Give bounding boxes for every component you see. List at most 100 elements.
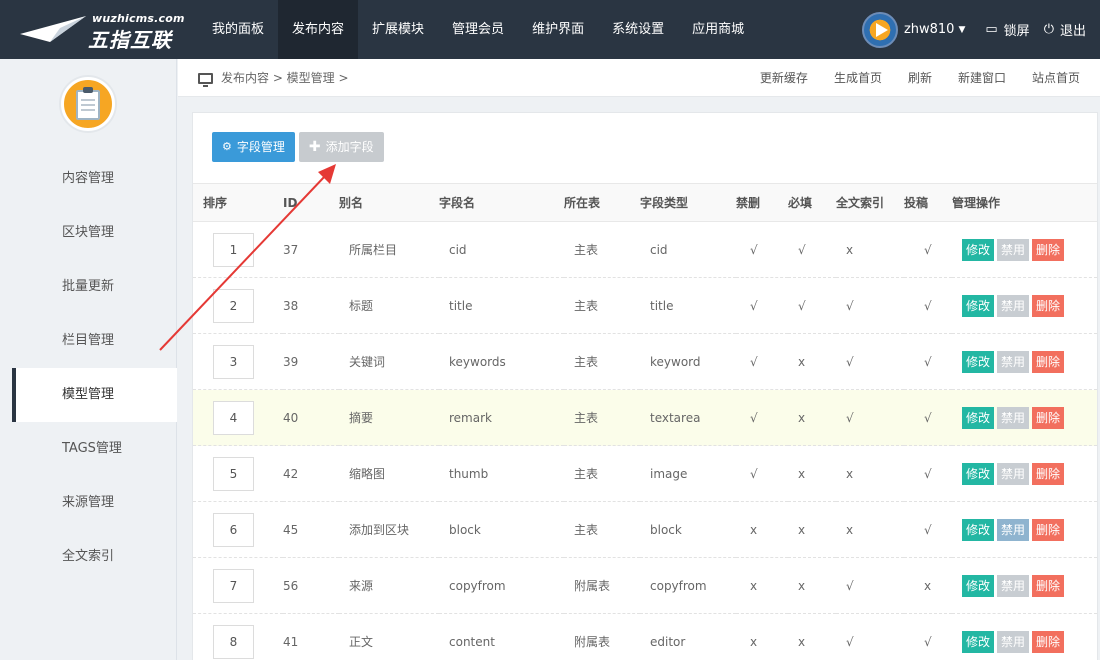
order-input[interactable]: 3: [213, 344, 254, 379]
edit-button[interactable]: 修改: [962, 462, 995, 485]
lock-screen-button[interactable]: ▭ 锁屏: [985, 20, 1029, 39]
edit-button[interactable]: 修改: [962, 518, 995, 541]
edit-button[interactable]: 修改: [962, 406, 995, 429]
actions-cell: 修改 禁用 删除: [952, 333, 1097, 390]
delete-button[interactable]: 删除: [1032, 294, 1065, 317]
no-delete-cell: x: [736, 557, 788, 614]
edit-button[interactable]: 修改: [962, 574, 995, 597]
disable-button[interactable]: 禁用: [997, 406, 1030, 429]
sidebar-item-categories[interactable]: 栏目管理: [0, 314, 177, 368]
add-field-label: 添加字段: [325, 140, 374, 154]
order-input[interactable]: 2: [213, 288, 254, 323]
fulltext-cell: √: [836, 277, 904, 334]
sidebar-item-models[interactable]: 模型管理: [12, 368, 177, 422]
username[interactable]: zhw810: [904, 22, 955, 37]
required-cell: x: [788, 501, 836, 558]
top-navbar: wuzhicms.com 五指互联 我的面板 发布内容 扩展模块 管理会员 维护…: [0, 0, 1100, 59]
power-icon: ⏻: [1043, 22, 1054, 37]
nav-item-app-store[interactable]: 应用商城: [678, 0, 758, 59]
order-input[interactable]: 4: [213, 400, 254, 435]
field-manage-button[interactable]: ⚙ 字段管理: [212, 132, 295, 162]
required-cell: x: [788, 613, 836, 660]
table-cell: 主表: [564, 445, 640, 502]
add-field-button[interactable]: ✚ 添加字段: [298, 132, 384, 162]
delete-button[interactable]: 删除: [1032, 406, 1065, 429]
edit-button[interactable]: 修改: [962, 294, 995, 317]
table-cell: 附属表: [564, 613, 640, 660]
avatar[interactable]: [861, 11, 898, 48]
delete-button[interactable]: 删除: [1032, 350, 1065, 373]
order-cell: 5: [193, 445, 283, 502]
site-home-link[interactable]: 站点首页: [1032, 59, 1080, 97]
delete-button[interactable]: 删除: [1032, 630, 1065, 653]
sidebar-item-blocks[interactable]: 区块管理: [0, 206, 177, 260]
nav-item-extensions[interactable]: 扩展模块: [358, 0, 438, 59]
disable-button[interactable]: 禁用: [997, 462, 1030, 485]
logout-label: 退出: [1059, 24, 1086, 39]
order-input[interactable]: 8: [213, 624, 254, 659]
disable-button[interactable]: 禁用: [997, 294, 1030, 317]
required-cell: √: [788, 221, 836, 278]
order-input[interactable]: 5: [213, 456, 254, 491]
sidebar-item-tags[interactable]: TAGS管理: [0, 422, 177, 476]
delete-button[interactable]: 删除: [1032, 462, 1065, 485]
delete-button[interactable]: 删除: [1032, 518, 1065, 541]
logout-button[interactable]: ⏻ 退出: [1044, 20, 1086, 39]
monitor-icon: ▭: [985, 22, 998, 37]
edit-button[interactable]: 修改: [962, 350, 995, 373]
disable-button[interactable]: 禁用: [997, 630, 1030, 653]
order-cell: 2: [193, 277, 283, 334]
no-delete-cell: √: [736, 277, 788, 334]
order-input[interactable]: 1: [213, 232, 254, 267]
table-cell: 主表: [564, 333, 640, 390]
table-cell: 主表: [564, 501, 640, 558]
refresh-cache-link[interactable]: 更新缓存: [760, 59, 808, 97]
sidebar-item-content[interactable]: 内容管理: [0, 152, 177, 206]
sidebar-item-fulltext[interactable]: 全文索引: [0, 530, 177, 584]
toolbar: ⚙ 字段管理 ✚ 添加字段: [212, 132, 384, 162]
logo[interactable]: wuzhicms.com 五指互联: [20, 10, 184, 52]
order-input[interactable]: 7: [213, 568, 254, 603]
sidebar-item-sources[interactable]: 来源管理: [0, 476, 177, 530]
nav-item-dashboard[interactable]: 我的面板: [198, 0, 278, 59]
disable-button[interactable]: 禁用: [997, 518, 1030, 541]
nav-item-publish[interactable]: 发布内容: [278, 0, 359, 59]
submit-cell: √: [904, 389, 952, 446]
id-cell: 41: [283, 613, 339, 660]
col-table: 所在表: [564, 183, 640, 222]
disable-button[interactable]: 禁用: [997, 238, 1030, 261]
nav-item-maintenance[interactable]: 维护界面: [518, 0, 598, 59]
order-input[interactable]: 6: [213, 512, 254, 547]
fulltext-cell: x: [836, 221, 904, 278]
refresh-link[interactable]: 刷新: [908, 59, 932, 97]
sidebar-item-batch-update[interactable]: 批量更新: [0, 260, 177, 314]
disable-button[interactable]: 禁用: [997, 350, 1030, 373]
id-cell: 42: [283, 445, 339, 502]
chevron-down-icon[interactable]: ▼: [958, 25, 965, 35]
actions-cell: 修改 禁用 删除: [952, 389, 1097, 446]
new-window-link[interactable]: 新建窗口: [958, 59, 1006, 97]
breadcrumb-bar: 发布内容 > 模型管理 > 更新缓存 生成首页 刷新 新建窗口 站点首页: [178, 59, 1100, 97]
field-manage-label: 字段管理: [236, 140, 285, 154]
table-body: 1 37 所属栏目 cid 主表 cid √ √ x √ 修改 禁用 删除 2 38 标题 title 主表 tit…: [193, 221, 1097, 660]
col-id: ID: [283, 183, 339, 222]
generate-homepage-link[interactable]: 生成首页: [834, 59, 882, 97]
order-cell: 6: [193, 501, 283, 558]
field-type-cell: block: [640, 501, 736, 558]
edit-button[interactable]: 修改: [962, 238, 995, 261]
table-row: 8 41 正文 content 附属表 editor x x √ √ 修改 禁用 删除: [193, 613, 1097, 660]
logo-name: 五指互联: [88, 28, 172, 52]
alias-cell: 来源: [339, 557, 439, 614]
delete-button[interactable]: 删除: [1032, 574, 1065, 597]
nav-item-settings[interactable]: 系统设置: [598, 0, 678, 59]
actions-cell: 修改 禁用 删除: [952, 445, 1097, 502]
field-name-cell: copyfrom: [439, 557, 564, 614]
disable-button[interactable]: 禁用: [997, 574, 1030, 597]
nav-item-members[interactable]: 管理会员: [438, 0, 518, 59]
col-submit: 投稿: [904, 183, 952, 222]
delete-button[interactable]: 删除: [1032, 238, 1065, 261]
edit-button[interactable]: 修改: [962, 630, 995, 653]
required-cell: x: [788, 557, 836, 614]
id-cell: 39: [283, 333, 339, 390]
paper-plane-logo-icon: [20, 16, 86, 42]
